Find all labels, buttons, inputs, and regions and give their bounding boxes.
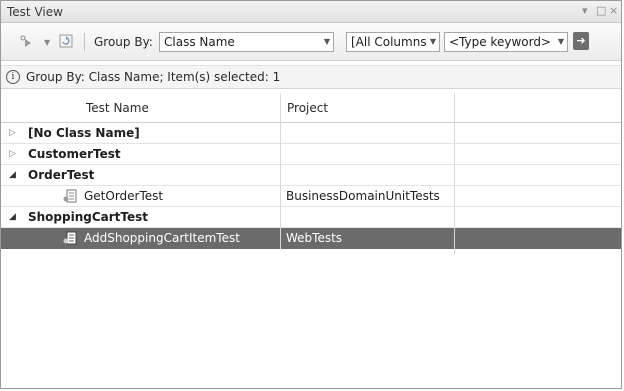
test-row-selected[interactable]: AddShoppingCartItemTest WebTests (1, 228, 621, 249)
expand-icon[interactable]: ▷ (9, 127, 16, 139)
run-tests-icon[interactable] (19, 34, 35, 51)
group-row[interactable]: ◢ OrderTest (1, 165, 621, 186)
run-dropdown-icon[interactable]: ▼ (44, 36, 50, 50)
keyword-filter-input[interactable]: <Type keyword> ▼ (444, 32, 568, 52)
group-name: ShoppingCartTest (28, 210, 149, 224)
info-bar: i Group By: Class Name; Item(s) selected… (1, 65, 621, 89)
cell-divider (454, 228, 455, 249)
collapse-icon[interactable]: ◢ (9, 211, 16, 223)
group-name: CustomerTest (28, 147, 121, 161)
chevron-down-icon: ▼ (557, 37, 564, 46)
test-name: AddShoppingCartItemTest (84, 231, 240, 245)
column-header-project[interactable]: Project (287, 101, 328, 115)
group-by-select[interactable]: Class Name ▼ (159, 32, 334, 52)
grid-header: Test Name Project (1, 93, 621, 123)
close-icon[interactable]: × (609, 4, 618, 18)
test-project: BusinessDomainUnitTests (286, 189, 440, 203)
group-name: [No Class Name] (28, 126, 140, 140)
filter-column-select[interactable]: [All Columns] ▼ (346, 32, 440, 52)
test-view-window: Test View ▾ □ × ▼ Group By: Class Name ▼… (0, 0, 622, 389)
info-text: Group By: Class Name; Item(s) selected: … (26, 70, 281, 84)
chevron-down-icon: ▼ (323, 37, 330, 46)
group-name: OrderTest (28, 168, 95, 182)
cell-divider (280, 228, 281, 249)
apply-filter-button[interactable]: ➔ (573, 32, 589, 50)
column-header-test-name[interactable]: Test Name (86, 101, 149, 115)
group-row[interactable]: ▷ CustomerTest (1, 144, 621, 165)
test-row[interactable]: GetOrderTest BusinessDomainUnitTests (1, 186, 621, 207)
window-title: Test View (7, 5, 63, 19)
title-bar: Test View ▾ □ × (1, 1, 621, 23)
test-name: GetOrderTest (84, 189, 164, 203)
test-grid: Test Name Project ▷ [No Class Name] ▷ Cu… (1, 93, 621, 389)
column-divider (280, 123, 281, 228)
window-menu-icon[interactable]: ▾ (582, 4, 588, 18)
group-row[interactable]: ▷ [No Class Name] (1, 123, 621, 144)
test-icon (63, 189, 77, 203)
info-icon: i (6, 70, 20, 84)
toolbar-separator (84, 33, 85, 51)
maximize-icon[interactable]: □ (596, 4, 606, 18)
toolbar: ▼ Group By: Class Name ▼ [All Columns] ▼… (1, 23, 621, 61)
filter-column-value: [All Columns] (351, 35, 432, 49)
refresh-icon[interactable] (59, 34, 73, 51)
group-by-value: Class Name (164, 35, 235, 49)
keyword-value: <Type keyword> (449, 35, 551, 49)
apply-filter-arrow-icon: ➔ (576, 34, 586, 47)
group-row[interactable]: ◢ ShoppingCartTest (1, 207, 621, 228)
collapse-icon[interactable]: ◢ (9, 169, 16, 181)
column-divider[interactable] (280, 93, 281, 123)
test-icon (63, 231, 77, 245)
chevron-down-icon: ▼ (427, 33, 436, 51)
test-project: WebTests (286, 231, 343, 245)
group-by-label: Group By: (94, 35, 153, 49)
expand-icon[interactable]: ▷ (9, 148, 16, 160)
